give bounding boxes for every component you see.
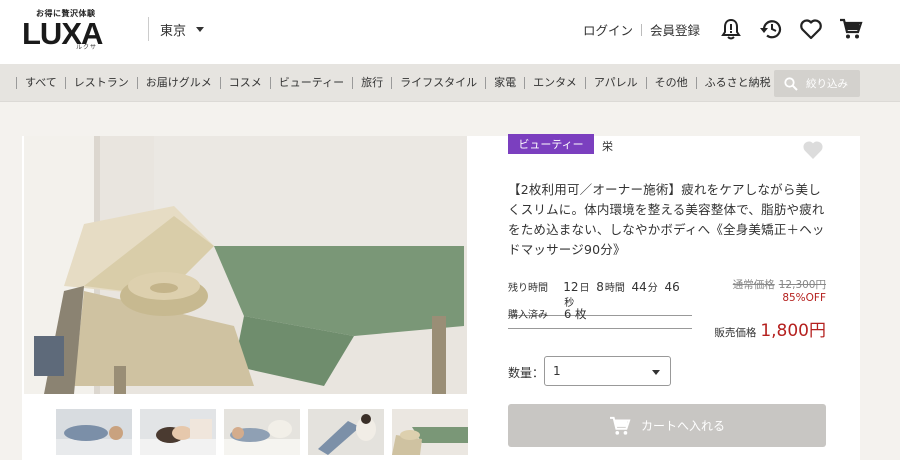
category-travel[interactable]: 旅行 [352,77,391,89]
location-label: 東京 [160,24,187,39]
auth-links: ログイン 会員登録 [583,20,700,39]
regular-price-value: 12,300円 [778,279,826,291]
category-entertainment[interactable]: エンタメ [524,77,585,89]
thumbnail-4[interactable] [308,409,384,455]
product-description: 【2枚利用可／オーナー施術】疲れをケアしながら美しくスリムに。体内環境を整える美… [508,182,825,257]
search-icon [784,76,798,91]
add-to-cart-label: カートへ入れる [640,419,725,433]
purchased-value: 6 枚 [564,307,587,321]
quantity-value: 1 [553,364,561,378]
category-apparel[interactable]: アパレル [584,77,646,89]
notification-bell-icon[interactable] [718,16,744,42]
main-product-photo[interactable] [24,136,467,394]
photo-thumbnails [56,409,468,455]
favorite-heart-icon[interactable] [798,16,824,42]
category-restaurant[interactable]: レストラン [64,77,137,89]
sale-price-value: 1,800円 [760,321,826,341]
site-header: お得に贅沢体験 LUXA ルクサ 東京 ログイン 会員登録 [0,0,900,64]
chevron-down-icon [652,370,660,375]
category-nav: すべて レストラン お届けグルメ コスメ ビューティー 旅行 ライフスタイル 家… [0,64,900,102]
luxa-logo[interactable]: お得に贅沢体験 LUXA ルクサ [22,8,112,56]
category-badge[interactable]: ビューティー [508,134,594,154]
remaining-time-label: 残り時間 [508,283,548,294]
purchased-label: 購入済み [508,310,548,321]
regular-price-label: 通常価格 [732,279,775,291]
register-link[interactable]: 会員登録 [650,20,700,39]
cart-icon[interactable] [838,16,864,42]
quantity-label: 数量： [508,366,545,380]
remaining-hours: 8 [596,280,604,294]
header-icons [718,16,864,42]
favorite-heart-icon[interactable] [802,140,824,160]
category-delivery-gourmet[interactable]: お届けグルメ [136,77,220,89]
cart-icon [609,416,631,435]
category-lifestyle[interactable]: ライフスタイル [391,77,485,89]
history-clock-icon[interactable] [758,16,784,42]
remaining-minutes-unit: 分 [647,283,658,294]
location-selector[interactable]: 東京 [160,20,205,39]
category-other[interactable]: その他 [645,77,696,89]
thumbnail-2[interactable] [140,409,216,455]
category-beauty[interactable]: ビューティー [269,77,352,89]
thumbnail-3[interactable] [224,409,300,455]
remaining-days: 12 [563,280,579,294]
login-link[interactable]: ログイン [583,20,633,39]
sale-price-label: 販売価格 [714,327,757,339]
filter-label: 絞り込み [806,78,848,90]
header-divider [148,17,149,41]
auth-separator [641,23,643,36]
category-cosme[interactable]: コスメ [219,77,270,89]
sale-price: 販売価格 1,800円 [700,316,826,341]
filter-button[interactable]: 絞り込み [774,70,860,97]
category-appliances[interactable]: 家電 [485,77,524,89]
remaining-time-value: 12日 8時間 44分 46秒 [563,279,692,309]
quantity-select[interactable]: 1 [544,356,671,386]
remaining-seconds: 46 [664,280,680,294]
thumbnail-5[interactable] [392,409,468,455]
purchased-row: 購入済み 6 枚 [508,306,692,329]
logo-subtext: ルクサ [76,44,98,51]
remaining-minutes: 44 [631,280,647,294]
add-to-cart-button[interactable]: カートへ入れる [508,404,826,447]
regular-price: 通常価格 12,300円 [700,277,826,292]
category-list: すべて レストラン お届けグルメ コスメ ビューティー 旅行 ライフスタイル 家… [16,64,779,102]
remaining-days-unit: 日 [579,283,590,294]
area-label: 栄 [602,140,613,153]
category-furusato-tax[interactable]: ふるさと納税 [695,77,779,89]
remaining-hours-unit: 時間 [604,283,625,294]
chevron-down-icon [196,27,205,32]
category-all[interactable]: すべて [16,77,65,89]
discount-rate: 85%OFF [782,292,826,304]
thumbnail-1[interactable] [56,409,132,455]
